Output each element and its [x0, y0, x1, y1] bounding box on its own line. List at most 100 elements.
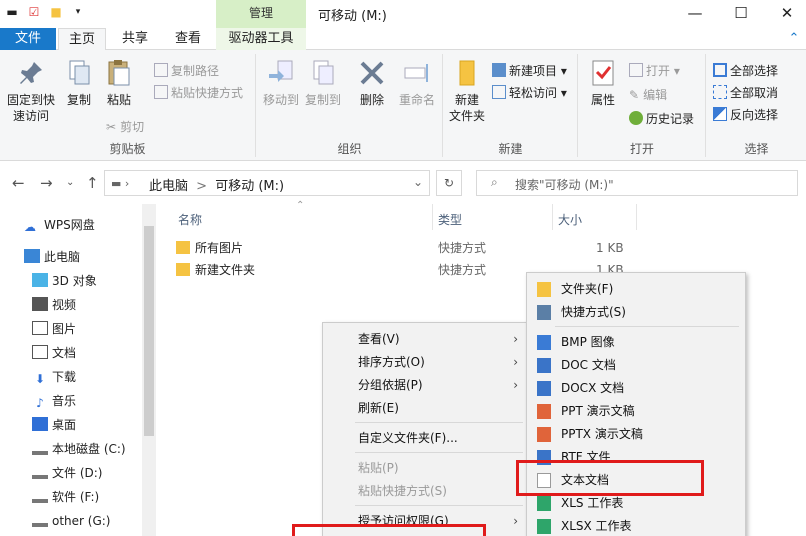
paste-shortcut-icon [154, 85, 168, 99]
nav-item-label: 视频 [52, 298, 77, 312]
menu-item-refresh[interactable]: 刷新(E) [358, 397, 399, 419]
properties-label: 属性 [590, 93, 615, 107]
copy-to-button[interactable]: 复制到 [303, 58, 343, 108]
folder-shortcut-icon [176, 263, 190, 276]
easy-access-label: 轻松访问 [509, 86, 558, 100]
nav-item-this-pc[interactable]: 此电脑 [24, 246, 80, 268]
tab-share[interactable]: 共享 [112, 28, 158, 50]
menu-item-paste[interactable]: 粘贴(P) [358, 457, 399, 479]
recent-locations-chevron-icon[interactable]: ⌄ [66, 177, 74, 188]
breadcrumb-drive[interactable]: 可移动 (M:) [215, 179, 284, 194]
chevron-down-icon[interactable]: ⌄ [413, 175, 423, 189]
tab-file[interactable]: 文件 [0, 28, 56, 50]
select-all-button[interactable]: 全部选择 [713, 62, 778, 80]
close-button[interactable]: ✕ [764, 0, 806, 28]
nav-item-pictures[interactable]: 图片 [32, 318, 76, 340]
submenu-item-ppt[interactable]: PPT 演示文稿 [561, 400, 635, 423]
column-header-type[interactable]: 类型 [438, 211, 462, 228]
title-bar: ▬ ☑ ■ ▾ 管理 可移动 (M:) — ☐ ✕ [0, 0, 806, 28]
copy-path-icon [154, 63, 168, 77]
invert-selection-button[interactable]: 反向选择 [713, 106, 778, 124]
cloud-icon: ☁ [24, 220, 36, 234]
nav-item-label: other (G:) [52, 514, 111, 528]
column-header-size[interactable]: 大小 [558, 211, 582, 228]
pptx-icon [537, 427, 551, 442]
properties-check-icon[interactable]: ☑ [26, 4, 42, 20]
nav-item-drive-f[interactable]: 软件 (F:) [32, 486, 99, 508]
paste-shortcut-button[interactable]: 粘贴快捷方式 [154, 84, 243, 102]
menu-item-customize-folder[interactable]: 自定义文件夹(F)... [358, 427, 458, 449]
drive-icon [32, 465, 48, 479]
column-divider[interactable] [432, 204, 433, 230]
minimize-button[interactable]: — [672, 0, 718, 28]
back-arrow-icon[interactable]: ← [12, 174, 25, 192]
submenu-item-xlsx[interactable]: XLSX 工作表 [561, 515, 632, 536]
breadcrumb-this-pc[interactable]: 此电脑 [149, 179, 188, 194]
up-arrow-icon[interactable]: ↑ [86, 174, 99, 192]
open-icon [629, 63, 643, 77]
pin-quick-access-button[interactable]: 固定到快 速访问 [4, 58, 58, 124]
tab-home[interactable]: 主页 [58, 28, 106, 51]
manage-tab[interactable]: 管理 [216, 0, 306, 28]
drive-icon[interactable]: ▬ [4, 4, 20, 20]
search-input[interactable]: 搜索"可移动 (M:)" [515, 176, 614, 193]
tab-view[interactable]: 查看 [164, 28, 212, 50]
easy-access-button[interactable]: 轻松访问 ▾ [492, 84, 567, 102]
nav-item-desktop[interactable]: 桌面 [32, 414, 76, 436]
select-none-button[interactable]: 全部取消 [713, 84, 778, 102]
submenu-item-bmp[interactable]: BMP 图像 [561, 331, 615, 354]
tab-drive-tools[interactable]: 驱动器工具 [216, 28, 306, 50]
forward-arrow-icon[interactable]: → [40, 174, 53, 192]
nav-item-drive-d[interactable]: 文件 (D:) [32, 462, 102, 484]
menu-item-view[interactable]: 查看(V) › [358, 328, 524, 350]
bmp-icon [537, 335, 551, 350]
paste-button[interactable]: 粘贴 [102, 58, 136, 108]
delete-button[interactable]: 删除 [355, 58, 389, 108]
rename-button[interactable]: 重命名 [395, 58, 439, 108]
easy-access-icon [492, 85, 506, 99]
nav-item-drive-g[interactable]: other (G:) [32, 510, 111, 532]
address-bar[interactable]: ▬ › 此电脑 > 可移动 (M:) ⌄ [104, 170, 430, 196]
submenu-item-docx[interactable]: DOCX 文档 [561, 377, 624, 400]
move-to-button[interactable]: 移动到 [261, 58, 301, 108]
nav-item-drive-c[interactable]: 本地磁盘 (C:) [32, 438, 126, 460]
nav-item-music[interactable]: ♪ 音乐 [32, 390, 76, 412]
chevron-right-icon: › [513, 355, 518, 369]
menu-item-group[interactable]: 分组依据(P) › [358, 374, 524, 396]
maximize-button[interactable]: ☐ [718, 0, 764, 28]
properties-button[interactable]: 属性 [585, 58, 621, 108]
submenu-item-pptx[interactable]: PPTX 演示文稿 [561, 423, 643, 446]
shortcut-icon [537, 305, 551, 320]
nav-scrollbar-thumb[interactable] [144, 226, 154, 436]
nav-item-documents[interactable]: 文档 [32, 342, 76, 364]
edit-button[interactable]: ✎ 编辑 [629, 86, 667, 104]
column-divider[interactable] [636, 204, 637, 230]
history-button[interactable]: 历史记录 [629, 110, 694, 128]
organize-group: 移动到 复制到 删除 重命名 组织 [257, 54, 443, 157]
new-folder-button[interactable]: 新建 文件夹 [446, 58, 488, 124]
menu-item-paste-shortcut[interactable]: 粘贴快捷方式(S) [358, 480, 447, 502]
nav-item-downloads[interactable]: ⬇ 下载 [32, 366, 76, 388]
new-item-button[interactable]: 新建项目 ▾ [492, 62, 567, 80]
search-box[interactable]: ⌕ 搜索"可移动 (M:)" [476, 170, 798, 196]
nav-item-3d-objects[interactable]: 3D 对象 [32, 270, 97, 292]
column-divider[interactable] [552, 204, 553, 230]
chevron-right-icon: › [513, 514, 518, 528]
submenu-item-folder[interactable]: 文件夹(F) [561, 278, 613, 301]
copy-path-button[interactable]: 复制路径 [154, 62, 219, 80]
folder-icon[interactable]: ■ [48, 4, 64, 20]
refresh-icon[interactable]: ↻ [436, 170, 462, 196]
menu-item-sort[interactable]: 排序方式(O) › [358, 351, 524, 373]
customize-qat-icon[interactable]: ▾ [70, 4, 86, 20]
submenu-item-doc[interactable]: DOC 文档 [561, 354, 616, 377]
cut-button[interactable]: ✂ 剪切 [106, 118, 144, 136]
submenu-item-shortcut[interactable]: 快捷方式(S) [561, 301, 626, 324]
breadcrumb: 此电脑 > 可移动 (M:) [149, 175, 284, 194]
copy-button[interactable]: 复制 [62, 58, 96, 108]
table-row[interactable]: 所有图片 快捷方式 1 KB [176, 237, 636, 259]
open-button[interactable]: 打开 ▾ [629, 62, 680, 80]
nav-item-wps-cloud[interactable]: ☁ WPS网盘 [24, 214, 95, 236]
nav-item-label: 桌面 [52, 418, 77, 432]
nav-item-videos[interactable]: 视频 [32, 294, 76, 316]
column-header-name[interactable]: 名称 [178, 211, 202, 228]
